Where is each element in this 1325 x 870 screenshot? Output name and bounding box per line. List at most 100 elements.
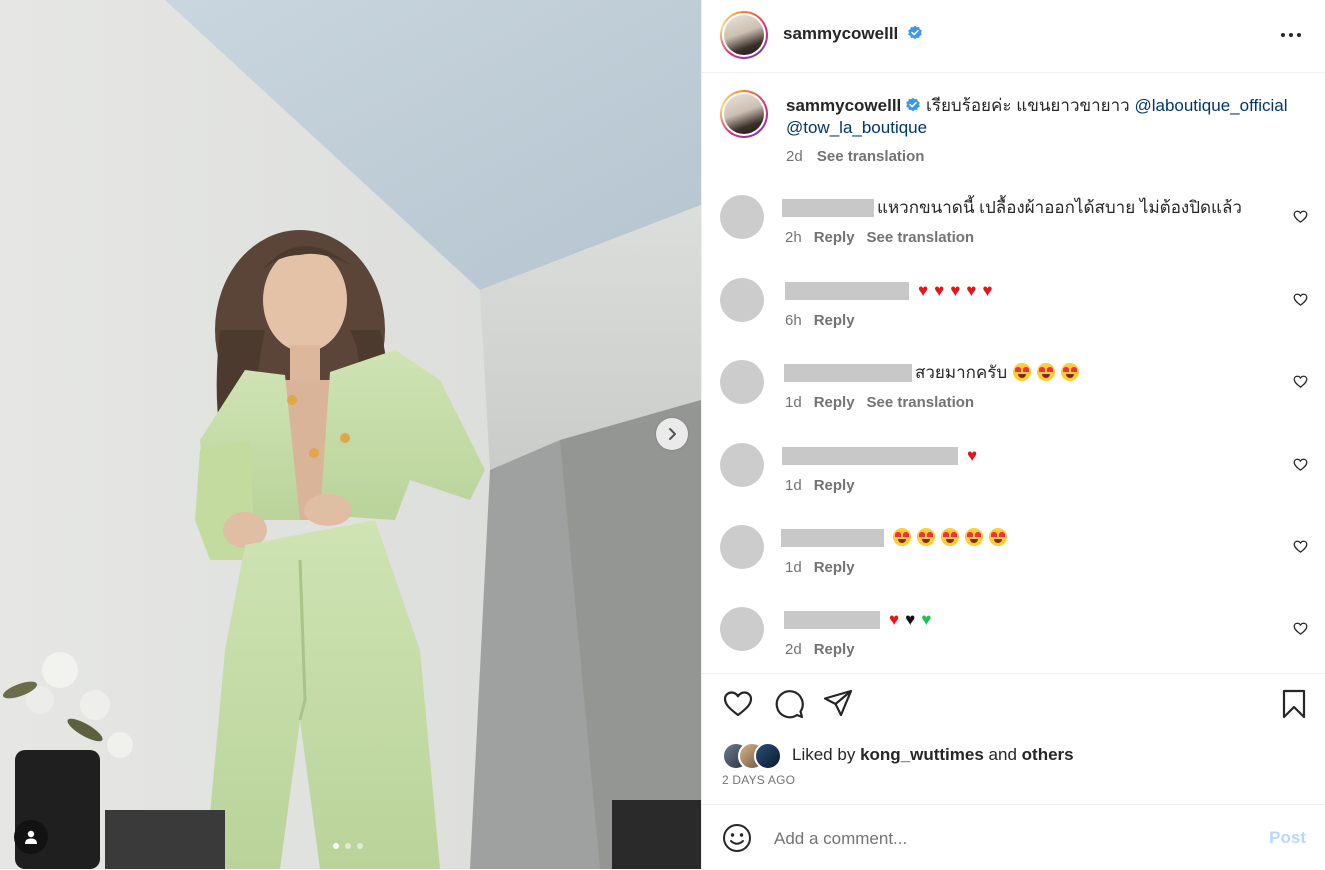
- heart-emoji-icon: ♥: [950, 281, 961, 300]
- more-horizontal-icon[interactable]: [1280, 24, 1302, 46]
- like-comment-heart-icon[interactable]: [1293, 374, 1308, 389]
- carousel-dots: [333, 843, 363, 849]
- divider: [702, 673, 1325, 674]
- comment-body: สวยมากครับ: [915, 363, 1008, 382]
- carousel-dot: [357, 843, 363, 849]
- see-translation-button[interactable]: See translation: [867, 229, 975, 246]
- comment-meta: 1d Reply: [785, 477, 867, 494]
- heart-emoji-icon: ♥: [967, 446, 978, 465]
- green-heart-emoji-icon: ♥: [921, 610, 932, 629]
- like-comment-heart-icon[interactable]: [1293, 621, 1308, 636]
- author-avatar[interactable]: [720, 11, 768, 59]
- post-age: 2 DAYS AGO: [722, 773, 796, 787]
- add-comment-bar: Post: [702, 804, 1325, 870]
- reply-button[interactable]: Reply: [814, 641, 855, 658]
- comment-row: 1d Reply: [702, 525, 1325, 585]
- reply-button[interactable]: Reply: [814, 559, 855, 576]
- user-tag-icon: [25, 830, 37, 844]
- like-comment-heart-icon[interactable]: [1293, 209, 1308, 224]
- author-photo: [724, 15, 764, 55]
- commenter-username-redacted[interactable]: [782, 447, 958, 465]
- caption-username[interactable]: sammycowelll: [786, 96, 901, 115]
- caption-meta: 2d See translation: [786, 148, 934, 165]
- commenter-avatar[interactable]: [720, 278, 764, 322]
- carousel-next-button[interactable]: [656, 418, 688, 450]
- post-comment-button[interactable]: Post: [1269, 828, 1306, 848]
- commenter-avatar[interactable]: [720, 360, 764, 404]
- heart-eyes-emoji-icon: [1037, 363, 1056, 381]
- reply-button[interactable]: Reply: [814, 312, 855, 329]
- comment-age: 1d: [785, 394, 802, 411]
- post-photo[interactable]: [0, 0, 701, 869]
- heart-icon[interactable]: [722, 688, 754, 720]
- commenter-username-redacted[interactable]: [782, 199, 874, 217]
- share-icon[interactable]: [822, 688, 854, 720]
- caption-text: sammycowelll เรียบร้อยค่ะ แขนยาวขายาว @l…: [786, 95, 1296, 139]
- comment-text: ♥ ♥ ♥: [883, 607, 937, 633]
- bookmark-icon[interactable]: [1278, 688, 1310, 720]
- likes-conj: and: [988, 745, 1017, 764]
- black-heart-emoji-icon: ♥: [905, 610, 916, 629]
- see-translation-button[interactable]: See translation: [867, 394, 975, 411]
- reply-button[interactable]: Reply: [814, 394, 855, 411]
- caption-author-photo: [724, 94, 764, 134]
- reply-button[interactable]: Reply: [814, 229, 855, 246]
- carousel-dot: [333, 843, 339, 849]
- comment-text: ♥ ♥ ♥ ♥ ♥: [912, 278, 998, 304]
- comment-age: 2d: [785, 641, 802, 658]
- comment-text: สวยมากครับ: [915, 360, 1085, 386]
- like-comment-heart-icon[interactable]: [1293, 457, 1308, 472]
- commenter-username-redacted[interactable]: [785, 282, 909, 300]
- tagged-users-button[interactable]: [14, 820, 48, 854]
- caption-author-avatar[interactable]: [720, 90, 768, 138]
- comment-row: ♥ ♥ ♥ ♥ ♥ 6h Reply: [702, 278, 1325, 338]
- likes-others-link[interactable]: others: [1022, 745, 1074, 764]
- commenter-username-redacted[interactable]: [781, 529, 884, 547]
- like-comment-heart-icon[interactable]: [1293, 539, 1308, 554]
- reply-button[interactable]: Reply: [814, 477, 855, 494]
- heart-eyes-emoji-icon: [989, 528, 1007, 546]
- comment-age: 2h: [785, 229, 802, 246]
- post-details-panel: sammycowelll sammycowelll เรียบร้อยค่ะ แ…: [701, 0, 1325, 869]
- heart-eyes-emoji-icon: [1061, 363, 1080, 381]
- commenter-username-redacted[interactable]: [784, 611, 880, 629]
- comment-age: 1d: [785, 477, 802, 494]
- like-comment-heart-icon[interactable]: [1293, 292, 1308, 307]
- author-username[interactable]: sammycowelll: [783, 24, 898, 43]
- likes-prefix: Liked by: [792, 745, 856, 764]
- heart-eyes-emoji-icon: [917, 528, 935, 546]
- heart-emoji-icon: ♥: [934, 281, 945, 300]
- comment-input[interactable]: [772, 825, 1246, 853]
- comment-text: ♥: [961, 443, 983, 469]
- photo-scene: [0, 0, 701, 869]
- heart-eyes-emoji-icon: [1013, 363, 1032, 381]
- smiley-icon[interactable]: [722, 823, 752, 853]
- post-actions: [702, 688, 1325, 724]
- comment-age: 1d: [785, 559, 802, 576]
- see-translation-button[interactable]: See translation: [817, 148, 925, 165]
- verified-badge-icon: [907, 25, 922, 40]
- chevron-right-icon: [669, 428, 676, 440]
- commenter-avatar[interactable]: [720, 607, 764, 651]
- commenter-avatar[interactable]: [720, 443, 764, 487]
- commenter-avatar[interactable]: [720, 525, 764, 569]
- comment-row: ♥ ♥ ♥ 2d Reply: [702, 607, 1325, 667]
- comment-text: แหวกขนาดนี้ เปลื้องผ้าออกได้สบาย ไม่ต้อง…: [877, 195, 1242, 221]
- comment-meta: 2d Reply: [785, 641, 867, 658]
- comment-meta: 1d Reply: [785, 559, 867, 576]
- heart-eyes-emoji-icon: [965, 528, 983, 546]
- commenter-username-redacted[interactable]: [784, 364, 912, 382]
- caption-mention[interactable]: @tow_la_boutique: [786, 118, 927, 137]
- caption-mention[interactable]: @laboutique_official: [1134, 96, 1287, 115]
- comment-icon[interactable]: [773, 688, 805, 720]
- comment-age: 6h: [785, 312, 802, 329]
- carousel-dot: [345, 843, 351, 849]
- comment-row: ♥ 1d Reply: [702, 443, 1325, 503]
- comment-text: [887, 525, 1013, 551]
- caption-age: 2d: [786, 148, 803, 165]
- post-header: sammycowelll: [702, 0, 1325, 73]
- commenter-avatar[interactable]: [720, 195, 764, 239]
- liker-avatar[interactable]: [754, 742, 782, 770]
- heart-eyes-emoji-icon: [893, 528, 911, 546]
- liker-username[interactable]: kong_wuttimes: [860, 745, 984, 764]
